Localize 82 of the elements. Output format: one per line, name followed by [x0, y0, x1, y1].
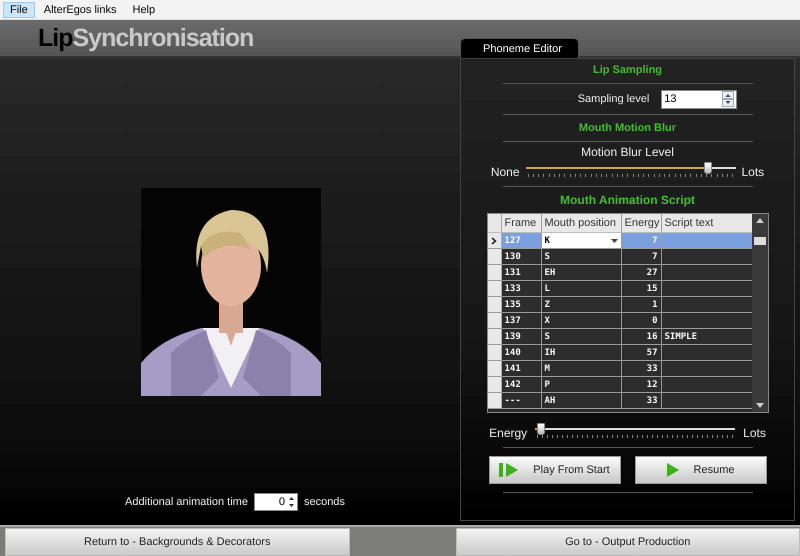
max-label: Lots: [742, 165, 764, 179]
table-cell: ---: [502, 393, 542, 408]
table-cell: 33: [622, 361, 662, 376]
table-cell: S: [542, 249, 622, 264]
play-from-start-icon: [499, 463, 520, 477]
table-cell: 131: [502, 265, 542, 280]
play-button[interactable]: Resume: [634, 456, 766, 484]
table-cell: 137: [502, 313, 542, 328]
table-cell: M: [542, 361, 622, 376]
menu-item[interactable]: File: [3, 2, 35, 18]
spinner-arrows-icon[interactable]: [722, 91, 734, 107]
position-dropdown[interactable]: K: [542, 233, 622, 248]
table-cell: P: [542, 377, 622, 392]
table-cell: 141: [502, 361, 542, 376]
scroll-up-icon[interactable]: [756, 218, 764, 223]
slider-label: Motion Blur Level: [581, 144, 674, 160]
table-cell: 0: [622, 313, 662, 328]
slider-label: Energy: [489, 426, 528, 440]
min-label: None: [490, 165, 520, 179]
column-header[interactable]: Energy: [622, 214, 662, 232]
table-row[interactable]: 140 IH 57: [488, 345, 752, 361]
table-row[interactable]: 139 S 16 SIMPLE: [488, 329, 752, 345]
table-cell: 139: [502, 329, 542, 344]
spinner-arrows-icon[interactable]: [288, 495, 295, 509]
scroll-down-icon[interactable]: [756, 403, 764, 408]
table-row[interactable]: 130 S 7: [488, 249, 752, 265]
column-header[interactable]: Script text: [662, 214, 752, 232]
current-row-icon: [491, 236, 497, 244]
table-row[interactable]: 142 P 12: [488, 377, 752, 393]
section-heading: Lip Sampling: [592, 63, 662, 78]
spin-field[interactable]: 13: [661, 90, 738, 108]
table-cell: AH: [542, 393, 622, 408]
section-heading: Mouth Motion Blur: [578, 121, 676, 136]
tab[interactable]: Phoneme Editor: [460, 38, 579, 58]
table-row[interactable]: 141 M 33: [488, 361, 752, 377]
menu-item[interactable]: AlterEgos links: [36, 2, 124, 18]
field-label: Sampling level: [578, 93, 650, 105]
table-cell: SIMPLE: [664, 332, 698, 342]
table-cell: Z: [542, 297, 622, 312]
table-row[interactable]: 131 EH 27: [488, 265, 752, 281]
table-cell: 33: [622, 393, 662, 408]
table-cell: IH: [542, 345, 622, 360]
play-icon: [666, 463, 680, 477]
table-cell: 142: [502, 377, 542, 392]
unit-label: seconds: [304, 496, 345, 508]
nav-button[interactable]: Go to - Output Production: [456, 528, 800, 556]
table-cell: 140: [502, 345, 542, 360]
spin-field[interactable]: 0: [254, 493, 298, 511]
scroll-thumb[interactable]: [754, 237, 766, 245]
dropdown-caret-icon[interactable]: [610, 238, 618, 242]
table-row[interactable]: 137 X 0: [488, 313, 752, 329]
table-cell: 57: [622, 345, 662, 360]
column-header[interactable]: Frame: [502, 214, 542, 232]
table-row[interactable]: 135 Z 1: [488, 297, 752, 313]
table-cell: 130: [502, 249, 542, 264]
table-cell: 135: [502, 297, 542, 312]
slider-thumb[interactable]: [704, 162, 712, 174]
table-cell: 27: [622, 265, 662, 280]
table-cell: X: [542, 313, 622, 328]
table-cell: S: [542, 329, 622, 344]
table-cell: 133: [502, 281, 542, 296]
nav-button[interactable]: Return to - Backgrounds & Decorators: [5, 528, 350, 556]
max-label: Lots: [743, 426, 766, 440]
play-button[interactable]: Play From Start: [488, 456, 620, 484]
slider-thumb[interactable]: [537, 423, 546, 435]
table-row[interactable]: 133 L 15: [488, 281, 752, 297]
table-cell: 7: [622, 249, 662, 264]
table-row[interactable]: 127 K 7: [488, 233, 752, 249]
table-cell: 1: [622, 297, 662, 312]
table-cell: 7: [622, 233, 662, 248]
field-label: Additional animation time: [125, 496, 248, 508]
table-cell: 15: [622, 281, 662, 296]
table-cell: 12: [622, 377, 662, 392]
table-row[interactable]: --- AH 33: [488, 393, 752, 409]
scrollbar[interactable]: [752, 214, 768, 412]
app-logo: LipSynchronisation: [38, 24, 254, 52]
table-cell: 16: [622, 329, 662, 344]
section-heading: Mouth Animation Script: [560, 192, 695, 209]
table-cell: L: [542, 281, 622, 296]
table-cell: EH: [542, 265, 622, 280]
column-header[interactable]: Mouth position: [542, 214, 622, 232]
menu-item[interactable]: Help: [126, 2, 162, 18]
